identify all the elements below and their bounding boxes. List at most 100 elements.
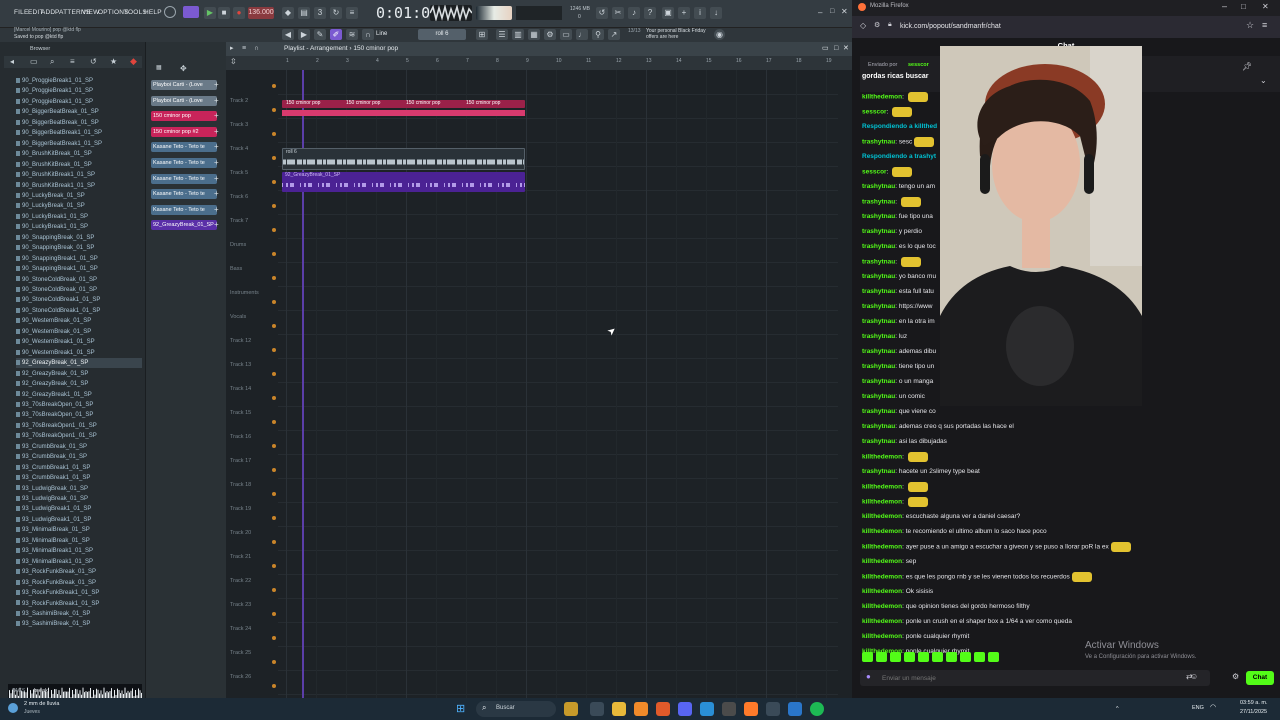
ff-menu-icon[interactable]: ≡ (1262, 20, 1267, 30)
chat-username[interactable]: trashytnau (862, 273, 895, 280)
track-mute-led[interactable] (272, 396, 276, 400)
channel-item[interactable]: Kasane Teto - Teto te (151, 204, 217, 215)
track-header-label[interactable]: Track 20 (230, 530, 251, 536)
channel-item[interactable]: Kasane Teto - Teto te (151, 142, 217, 153)
channel-add-icon[interactable]: + (214, 96, 219, 105)
widgets-icon[interactable] (564, 702, 578, 716)
browser-file-item[interactable]: 90_BiggerBeatBreak1_01_SP (16, 128, 142, 138)
weather-icon[interactable] (8, 703, 18, 713)
collapse-chevron-icon[interactable]: ⌄ (1260, 76, 1267, 85)
playlist-minimize-icon[interactable]: ▭ (822, 42, 829, 56)
browser-file-item[interactable]: 92_GreazyBreak1_01_SP (16, 390, 142, 400)
chat-settings-icon[interactable]: ⚙ (1232, 672, 1239, 681)
download-icon[interactable]: ↓ (710, 7, 722, 19)
ff-maximize-icon[interactable]: □ (1241, 2, 1246, 11)
track-mute-led[interactable] (272, 252, 276, 256)
pattern-clip-label[interactable]: 150 cminor pop (466, 100, 500, 107)
menu-help[interactable]: HELP (144, 9, 162, 16)
emote-icon[interactable] (946, 652, 957, 662)
browser-file-item[interactable]: 90_ProggieBreak1_01_SP (16, 86, 142, 96)
ruler-bar-number[interactable]: 9 (526, 58, 529, 64)
track-mute-led[interactable] (272, 516, 276, 520)
chat-username[interactable]: killthedemon (862, 558, 902, 565)
browser-file-item[interactable]: 93_RockFunkBreak_01_SP (16, 578, 142, 588)
browser-file-item[interactable]: 93_LudwigBreak_01_SP (16, 494, 142, 504)
playlist-ruler[interactable]: ⇳ 1 2 3 4 5 6 7 8 9 10 11 12 13 14 15 16 17 18 19 (226, 56, 852, 70)
track-mute-led[interactable] (272, 588, 276, 592)
wifi-icon[interactable]: ◠ (1210, 703, 1216, 711)
chat-username[interactable]: killthedemon (862, 528, 902, 535)
pinned-reply-user[interactable]: sesscor (908, 62, 929, 68)
pattern-prev-icon[interactable]: ◀ (282, 29, 294, 40)
step-edit-icon[interactable]: ≡ (346, 7, 358, 19)
chat-username[interactable]: Respondiendo a trashyt (862, 153, 936, 160)
browser-file-item[interactable]: 93_70sBreakOpen1_01_SP (16, 431, 142, 441)
ruler-bar-number[interactable]: 7 (466, 58, 469, 64)
ruler-bar-number[interactable]: 3 (346, 58, 349, 64)
chat-username[interactable]: trashytnau (862, 408, 895, 415)
track-mute-led[interactable] (272, 132, 276, 136)
permissions-icon[interactable]: ⚙ (874, 21, 880, 29)
chat-username[interactable]: trashytnau (862, 183, 895, 190)
news-icon[interactable]: ◉ (714, 29, 725, 40)
chat-username[interactable]: killthedemon (862, 513, 902, 520)
emote-icon[interactable] (862, 652, 873, 662)
ff-minimize-icon[interactable]: – (1222, 1, 1227, 11)
language-indicator[interactable]: ENG (1192, 705, 1204, 711)
hint-icon[interactable]: ? (644, 7, 656, 19)
chat-username[interactable]: trashytnau (862, 318, 895, 325)
chat-message-input[interactable] (882, 671, 1182, 685)
ruler-bar-number[interactable]: 14 (676, 58, 682, 64)
chat-username[interactable]: trashytnau (862, 378, 895, 385)
emote-icon[interactable] (974, 652, 985, 662)
track-header-label[interactable]: Track 26 (230, 674, 251, 680)
browser-back-icon[interactable]: ◂ (10, 57, 14, 66)
news-text[interactable]: Your personal Black Friday offers are he… (646, 28, 710, 40)
browser-file-item[interactable]: 90_StoneColdBreak1_01_SP (16, 306, 142, 316)
track-mute-led[interactable] (272, 468, 276, 472)
track-header-label[interactable]: Vocals (230, 314, 246, 320)
unpin-icon[interactable]: 📌︎ (1242, 62, 1252, 71)
track-header-label[interactable]: Track 19 (230, 506, 251, 512)
track-mute-led[interactable] (272, 684, 276, 688)
browser-icon[interactable]: ▭ (560, 29, 572, 40)
tags-value[interactable]: break (34, 688, 48, 694)
paint-tool-icon[interactable]: ✐ (330, 29, 342, 40)
browser-file-item[interactable]: 90_BrushKitBreak_01_SP (16, 149, 142, 159)
browser-file-item[interactable]: 90_LuckyBreak1_01_SP (16, 222, 142, 232)
browser-file-item[interactable]: 93_MinimalBreak1_01_SP (16, 546, 142, 556)
weather-text[interactable]: 2 mm de lluvia (24, 701, 59, 707)
chat-username[interactable]: trashytnau (862, 199, 895, 206)
ruler-bar-number[interactable]: 11 (586, 58, 591, 64)
track-mute-led[interactable] (272, 204, 276, 208)
ruler-bar-number[interactable]: 8 (496, 58, 499, 64)
ruler-bar-number[interactable]: 5 (406, 58, 409, 64)
ruler-bar-number[interactable]: 6 (436, 58, 439, 64)
chat-username[interactable]: sesscor (862, 109, 887, 116)
track-header-label[interactable]: Track 18 (230, 482, 251, 488)
chat-input-box[interactable]: ● ☺ (860, 670, 1210, 686)
cut-icon[interactable]: ✂ (612, 7, 624, 19)
track-mute-led[interactable] (272, 324, 276, 328)
ruler-bar-number[interactable]: 10 (556, 58, 562, 64)
brave-browser-icon[interactable] (634, 702, 648, 716)
pattern-selector[interactable]: roll 6 (418, 29, 466, 40)
emote-icon[interactable] (876, 652, 887, 662)
track-mute-led[interactable] (272, 660, 276, 664)
chat-username[interactable]: trashytnau (862, 288, 895, 295)
browser-file-item[interactable]: 93_LudwigBreak1_01_SP (16, 504, 142, 514)
obs-icon[interactable] (766, 702, 780, 716)
browser-file-item[interactable]: 90_WesternBreak_01_SP (16, 316, 142, 326)
plugin-icon[interactable]: ⚙ (544, 29, 556, 40)
browser-file-item[interactable]: 90_SnappingBreak1_01_SP (16, 264, 142, 274)
track-header-label[interactable]: Track 25 (230, 650, 251, 656)
ruler-bar-number[interactable]: 17 (766, 58, 772, 64)
lock-icon[interactable]: 🔒︎ (888, 21, 892, 29)
browser-file-item[interactable]: 93_MinimalBreak1_01_SP (16, 557, 142, 567)
chat-username[interactable]: trashytnau (862, 139, 895, 146)
track-header-label[interactable]: Track 4 (230, 146, 248, 152)
chat-username[interactable]: killthedemon (862, 588, 902, 595)
browser-search-icon[interactable]: ⌕ (50, 57, 54, 67)
track-mute-led[interactable] (272, 84, 276, 88)
emote-icon[interactable] (932, 652, 943, 662)
